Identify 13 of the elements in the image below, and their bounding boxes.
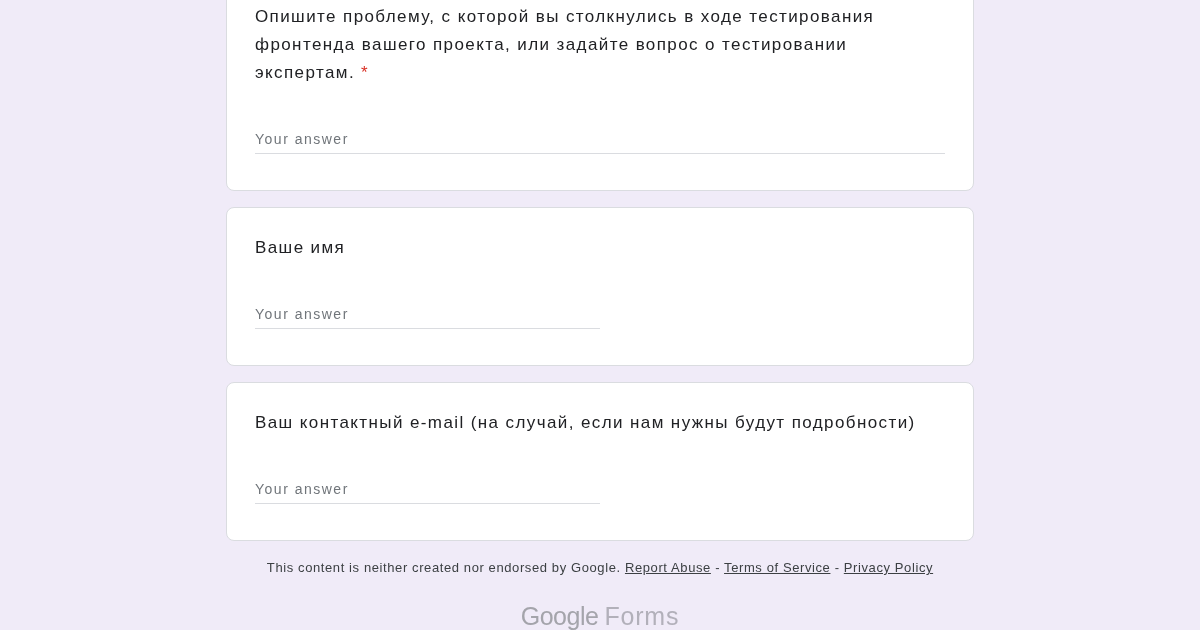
answer-field[interactable]: Your answer: [255, 474, 600, 504]
question-title: Ваш контактный e-mail (на случай, если нам нужны будут подробности): [255, 412, 916, 434]
footer-link[interactable]: Report Abuse: [624, 560, 711, 575]
footer-link[interactable]: Privacy Policy: [843, 560, 934, 575]
answer-field[interactable]: Your answer: [255, 299, 600, 329]
footer-link[interactable]: Terms of Service: [724, 560, 831, 575]
logo-product-name: Forms: [604, 604, 680, 629]
footer-disclaimer: This content is neither created nor endorsed by Google. Report Abuse - Terms of Service - Privacy Policy: [266, 560, 934, 576]
question-title: Опишите проблему, с которой вы столкнулись в ходе тестирования фронтенда вашего проекта, или задайте вопрос о тестировании экспертам. *: [255, 6, 876, 84]
answer-field[interactable]: Your answer: [255, 124, 945, 154]
required-asterisk: *: [361, 63, 370, 82]
logo-wordmark: Google: [520, 604, 599, 629]
question-title: Ваше имя: [255, 237, 346, 259]
